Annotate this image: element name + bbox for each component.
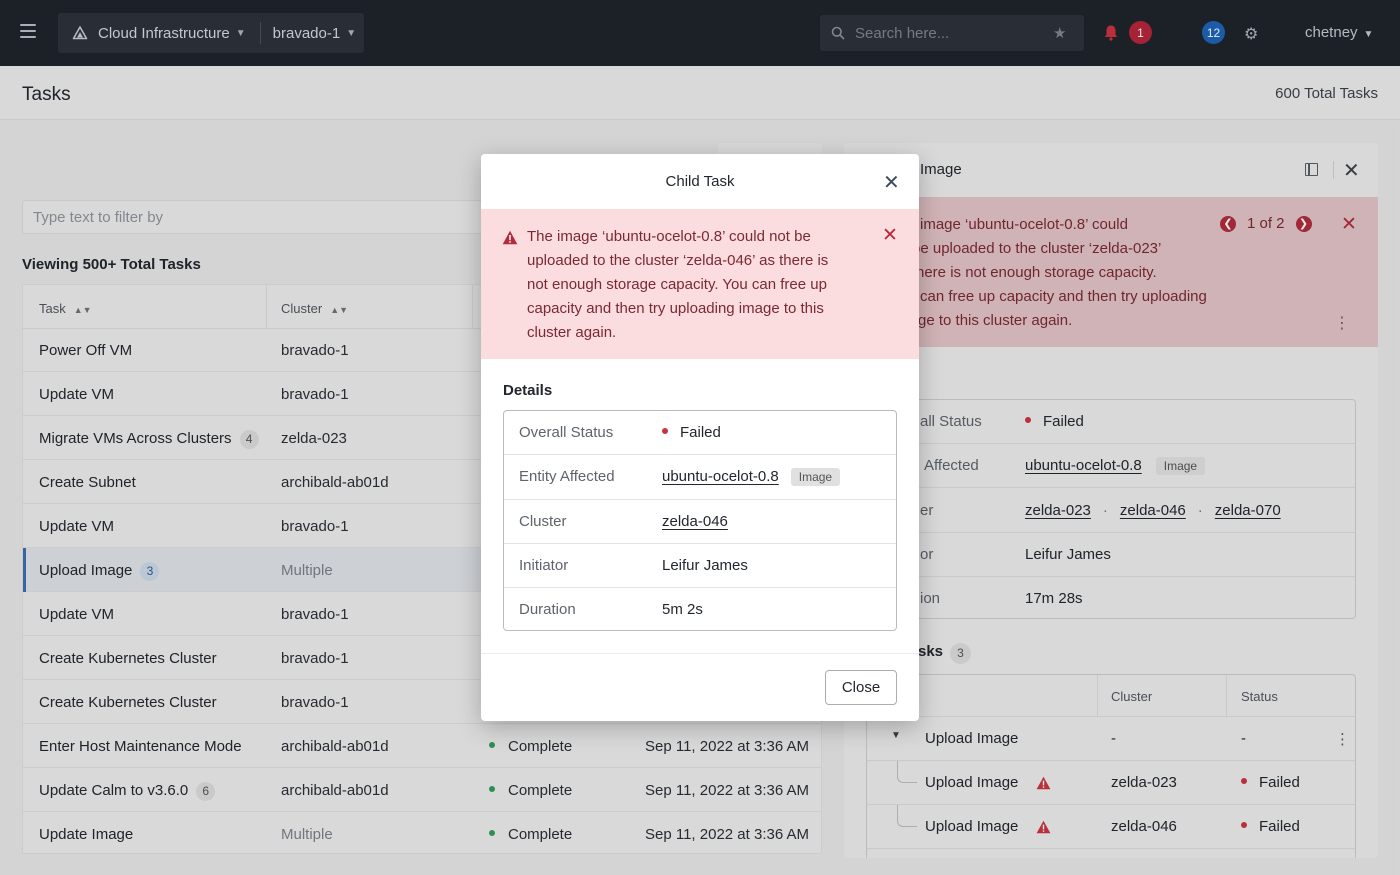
- detail-row: Duration 5m 2s: [504, 588, 896, 632]
- modal-footer-divider: [481, 653, 919, 654]
- detail-row: Cluster zelda-046: [504, 500, 896, 544]
- detail-row: Entity Affected ubuntu-ocelot-0.8 Image: [504, 455, 896, 500]
- details-title: Details: [503, 382, 553, 399]
- close-button[interactable]: Close: [825, 670, 897, 705]
- detail-label: Entity Affected: [519, 468, 615, 485]
- detail-label: Overall Status: [519, 424, 614, 441]
- detail-row: Initiator Leifur James: [504, 544, 896, 588]
- warning-icon: [502, 230, 518, 245]
- detail-label: Duration: [519, 601, 576, 618]
- close-icon[interactable]: ✕: [882, 224, 898, 247]
- detail-value: Leifur James: [662, 557, 748, 574]
- detail-value: Failed: [662, 424, 721, 441]
- entity-link[interactable]: ubuntu-ocelot-0.8: [662, 468, 779, 485]
- detail-value: ubuntu-ocelot-0.8 Image: [662, 468, 841, 486]
- close-icon[interactable]: ✕: [883, 170, 900, 195]
- entity-tag: Image: [790, 468, 841, 486]
- child-task-modal: Child Task ✕ The image ‘ubuntu-ocelot-0.…: [481, 154, 919, 721]
- detail-value: 5m 2s: [662, 601, 703, 618]
- modal-header: Child Task ✕: [481, 154, 919, 209]
- status-text: Failed: [680, 424, 721, 441]
- failed-dot: [662, 428, 668, 435]
- cluster-link[interactable]: zelda-046: [662, 513, 728, 530]
- error-message: The image ‘ubuntu-ocelot-0.8’ could not …: [527, 228, 829, 341]
- modal-title: Child Task: [665, 173, 735, 190]
- detail-label: Cluster: [519, 513, 567, 530]
- detail-label: Initiator: [519, 557, 569, 574]
- detail-row: Overall Status Failed: [504, 411, 896, 455]
- details-box: Overall Status Failed Entity Affected ub…: [503, 410, 897, 631]
- error-banner: The image ‘ubuntu-ocelot-0.8’ could not …: [481, 209, 919, 359]
